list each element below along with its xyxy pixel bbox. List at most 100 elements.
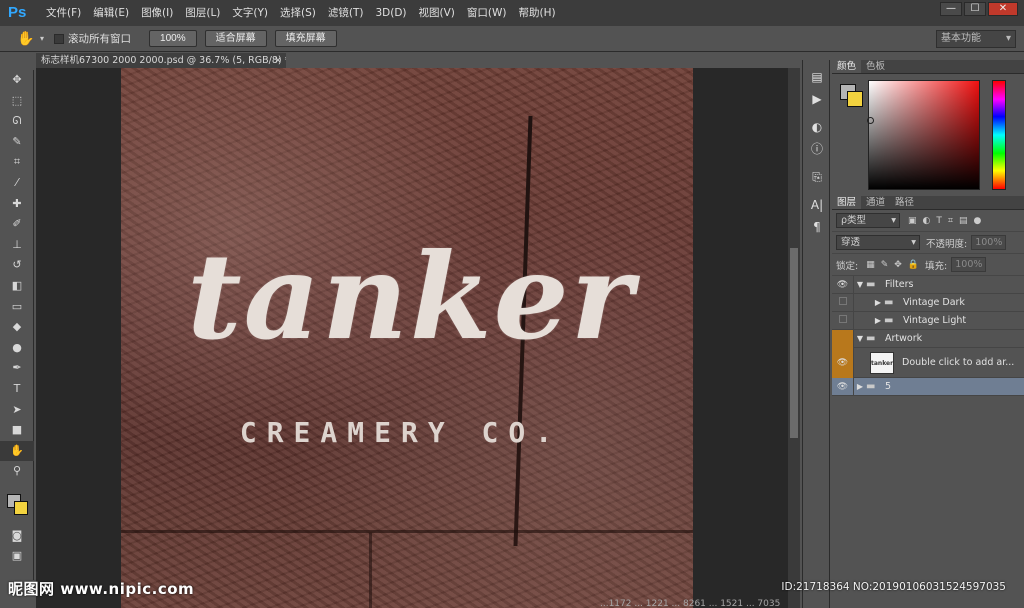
maximize-button[interactable]: ☐: [964, 2, 986, 16]
crop-tool-icon[interactable]: ⌗: [0, 152, 34, 173]
color-panel-background-swatch[interactable]: [847, 91, 863, 107]
filter-pixel-icon[interactable]: ▣: [908, 216, 917, 226]
type-tool-icon[interactable]: T: [0, 379, 34, 400]
eyedropper-tool-icon[interactable]: ⁄: [0, 173, 34, 194]
brick-joint-horizontal: [121, 530, 693, 533]
layer-group-artwork[interactable]: ● ▼ ▬ Artwork: [832, 329, 1024, 348]
menu-type[interactable]: 文字(Y): [226, 0, 274, 26]
lock-transparent-icon[interactable]: ▦: [866, 260, 875, 270]
filter-type-icon[interactable]: T: [936, 216, 942, 226]
visibility-off-icon[interactable]: [832, 311, 854, 330]
blend-mode-select[interactable]: 穿透: [836, 235, 920, 250]
color-field[interactable]: [867, 80, 980, 190]
minimize-button[interactable]: —: [940, 2, 962, 16]
tab-channels[interactable]: 通道: [861, 196, 890, 209]
layer-group-vintage-dark[interactable]: ▶ ▬ Vintage Dark: [832, 293, 1024, 312]
opacity-input[interactable]: 100%: [971, 235, 1007, 250]
menu-select[interactable]: 选择(S): [274, 0, 322, 26]
lock-position-icon[interactable]: ✥: [894, 260, 902, 270]
brush-preset-panel-icon[interactable]: ⎘: [803, 166, 831, 188]
filter-adjustment-icon[interactable]: ◐: [923, 216, 931, 226]
scroll-all-windows-checkbox[interactable]: [54, 33, 65, 44]
menu-window[interactable]: 窗口(W): [461, 0, 513, 26]
marquee-tool-icon[interactable]: ⬚: [0, 91, 34, 112]
gradient-tool-icon[interactable]: ▭: [0, 297, 34, 318]
menu-help[interactable]: 帮助(H): [513, 0, 562, 26]
group-expanded-icon[interactable]: ▼: [854, 334, 866, 343]
filter-smart-object-icon[interactable]: ▤: [959, 216, 968, 226]
lock-all-icon[interactable]: 🔒: [908, 260, 919, 270]
color-picker-cursor-icon[interactable]: [867, 117, 874, 124]
layer-kind-filter[interactable]: ρ类型: [836, 213, 900, 228]
close-button[interactable]: ✕: [988, 2, 1018, 16]
tab-color[interactable]: 颜色: [832, 60, 862, 73]
path-select-tool-icon[interactable]: ➤: [0, 400, 34, 421]
scrollbar-thumb[interactable]: [790, 248, 798, 438]
clone-stamp-tool-icon[interactable]: ⊥: [0, 235, 34, 256]
menu-filter[interactable]: 滤镜(T): [322, 0, 370, 26]
tab-paths[interactable]: 路径: [890, 196, 919, 209]
tool-preset-caret-icon[interactable]: ▾: [40, 34, 44, 43]
group-collapsed-icon[interactable]: ▶: [872, 316, 884, 325]
paragraph-panel-icon[interactable]: ¶: [803, 216, 831, 238]
fill-screen-button[interactable]: 填充屏幕: [274, 30, 337, 47]
eraser-tool-icon[interactable]: ◧: [0, 276, 34, 297]
group-collapsed-icon[interactable]: ▶: [854, 382, 866, 391]
menu-edit[interactable]: 编辑(E): [87, 0, 135, 26]
document-tab-close-icon[interactable]: ×: [274, 53, 282, 68]
filter-shape-icon[interactable]: ⌗: [948, 216, 953, 226]
pen-tool-icon[interactable]: ✒: [0, 358, 34, 379]
menu-3d[interactable]: 3D(D): [369, 0, 412, 26]
tab-swatches[interactable]: 色板: [861, 60, 890, 73]
zoom-tool-icon[interactable]: ⚲: [0, 461, 34, 482]
group-expanded-icon[interactable]: ▼: [854, 280, 866, 289]
document-tab[interactable]: 标志样机67300 2000 2000.psd @ 36.7% (5, RGB/…: [36, 53, 286, 68]
menu-image[interactable]: 图像(I): [135, 0, 179, 26]
lasso-tool-icon[interactable]: ᘏ: [0, 111, 34, 132]
group-collapsed-icon[interactable]: ▶: [872, 298, 884, 307]
rectangle-tool-icon[interactable]: ■: [0, 420, 34, 441]
layer-smart-object[interactable]: 👁 tanker Double click to add ar...: [832, 347, 1024, 378]
move-tool-icon[interactable]: ✥: [0, 70, 34, 91]
actions-panel-icon[interactable]: ▶: [803, 88, 831, 110]
fill-input[interactable]: 100%: [951, 257, 987, 272]
hand-tool-icon[interactable]: ✋: [0, 440, 34, 462]
quick-mask-icon[interactable]: ◙: [0, 526, 34, 547]
layer-group-5[interactable]: 👁 ▶ ▬ 5: [832, 377, 1024, 396]
canvas-area[interactable]: tanker CREAMERY CO.: [36, 68, 788, 608]
document-canvas[interactable]: tanker CREAMERY CO.: [121, 68, 693, 608]
visibility-off-icon[interactable]: ●: [832, 329, 854, 348]
workspace-select[interactable]: 基本功能: [936, 30, 1016, 48]
history-panel-icon[interactable]: ▤: [803, 66, 831, 88]
screen-mode-icon[interactable]: ▣: [0, 546, 34, 567]
adjustments-panel-icon[interactable]: ◐: [803, 116, 831, 138]
tab-layers[interactable]: 图层: [832, 196, 862, 209]
character-panel-icon[interactable]: A|: [803, 194, 831, 216]
visibility-eye-icon[interactable]: 👁: [832, 347, 854, 378]
tools-panel: ✥ ⬚ ᘏ ✎ ⌗ ⁄ ✚ ✐ ⊥ ↺ ◧ ▭ ◆ ● ✒ T ➤ ■ ✋ ⚲ …: [0, 70, 34, 580]
brush-tool-icon[interactable]: ✐: [0, 214, 34, 235]
history-brush-tool-icon[interactable]: ↺: [0, 255, 34, 276]
healing-brush-tool-icon[interactable]: ✚: [0, 194, 34, 215]
actual-pixels-button[interactable]: 100%: [149, 30, 197, 47]
hand-tool-icon[interactable]: ✋: [12, 31, 40, 47]
menu-layer[interactable]: 图层(L): [179, 0, 226, 26]
lock-pixels-icon[interactable]: ✎: [881, 260, 889, 270]
scroll-all-windows-option[interactable]: 滚动所有窗口: [54, 31, 131, 46]
canvas-vertical-scrollbar[interactable]: [788, 68, 800, 608]
layer-group-vintage-light[interactable]: ▶ ▬ Vintage Light: [832, 311, 1024, 330]
layer-group-filters[interactable]: 👁 ▼ ▬ Filters: [832, 275, 1024, 294]
quick-select-tool-icon[interactable]: ✎: [0, 132, 34, 153]
dodge-tool-icon[interactable]: ●: [0, 338, 34, 359]
visibility-eye-icon[interactable]: 👁: [832, 377, 854, 396]
visibility-eye-icon[interactable]: 👁: [832, 275, 854, 294]
blur-tool-icon[interactable]: ◆: [0, 317, 34, 338]
hue-slider[interactable]: [992, 80, 1006, 190]
background-color-swatch[interactable]: [14, 500, 28, 515]
menu-view[interactable]: 视图(V): [413, 0, 461, 26]
info-panel-icon[interactable]: ⓘ: [803, 138, 831, 160]
filter-toggle-icon[interactable]: ●: [973, 216, 981, 226]
visibility-off-icon[interactable]: [832, 293, 854, 312]
menu-file[interactable]: 文件(F): [40, 0, 87, 26]
fit-screen-button[interactable]: 适合屏幕: [204, 30, 267, 47]
